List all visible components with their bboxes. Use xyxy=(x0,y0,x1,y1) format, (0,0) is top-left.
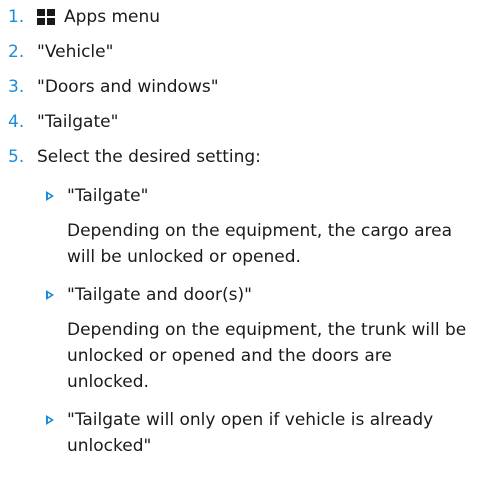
option-label: "Tailgate" xyxy=(67,186,149,206)
step-3: 3. "Doors and windows" xyxy=(0,74,219,100)
option-label: "Tailgate and door(s)" xyxy=(67,285,252,305)
step-text: "Doors and windows" xyxy=(37,77,219,97)
option-description: Depending on the equipment, the trunk wi… xyxy=(67,320,467,392)
triangle-bullet-icon xyxy=(46,415,54,425)
apps-grid-icon xyxy=(37,9,55,25)
step-4: 4. "Tailgate" xyxy=(0,109,118,135)
step-2: 2. "Vehicle" xyxy=(0,39,113,65)
step-1: 1. Apps menu xyxy=(0,4,160,30)
step-number: 2. xyxy=(8,42,25,62)
step-text: Apps menu xyxy=(64,7,161,27)
step-number: 4. xyxy=(8,112,25,132)
option-label: "Tailgate will only open if vehicle is a… xyxy=(67,410,434,456)
step-number: 3. xyxy=(8,77,25,97)
instruction-document: 1. Apps menu 2. "Vehicle" 3. "Doors and … xyxy=(0,0,483,483)
triangle-bullet-icon xyxy=(46,191,54,201)
step-5: 5. Select the desired setting: xyxy=(0,144,261,170)
step-number: 1. xyxy=(8,7,25,27)
step-text: "Tailgate" xyxy=(37,112,119,132)
step-text: Select the desired setting: xyxy=(37,147,261,167)
triangle-bullet-icon xyxy=(46,290,54,300)
step-text: "Vehicle" xyxy=(37,42,114,62)
step-number: 5. xyxy=(8,147,25,167)
option-description: Depending on the equipment, the cargo ar… xyxy=(67,221,453,267)
